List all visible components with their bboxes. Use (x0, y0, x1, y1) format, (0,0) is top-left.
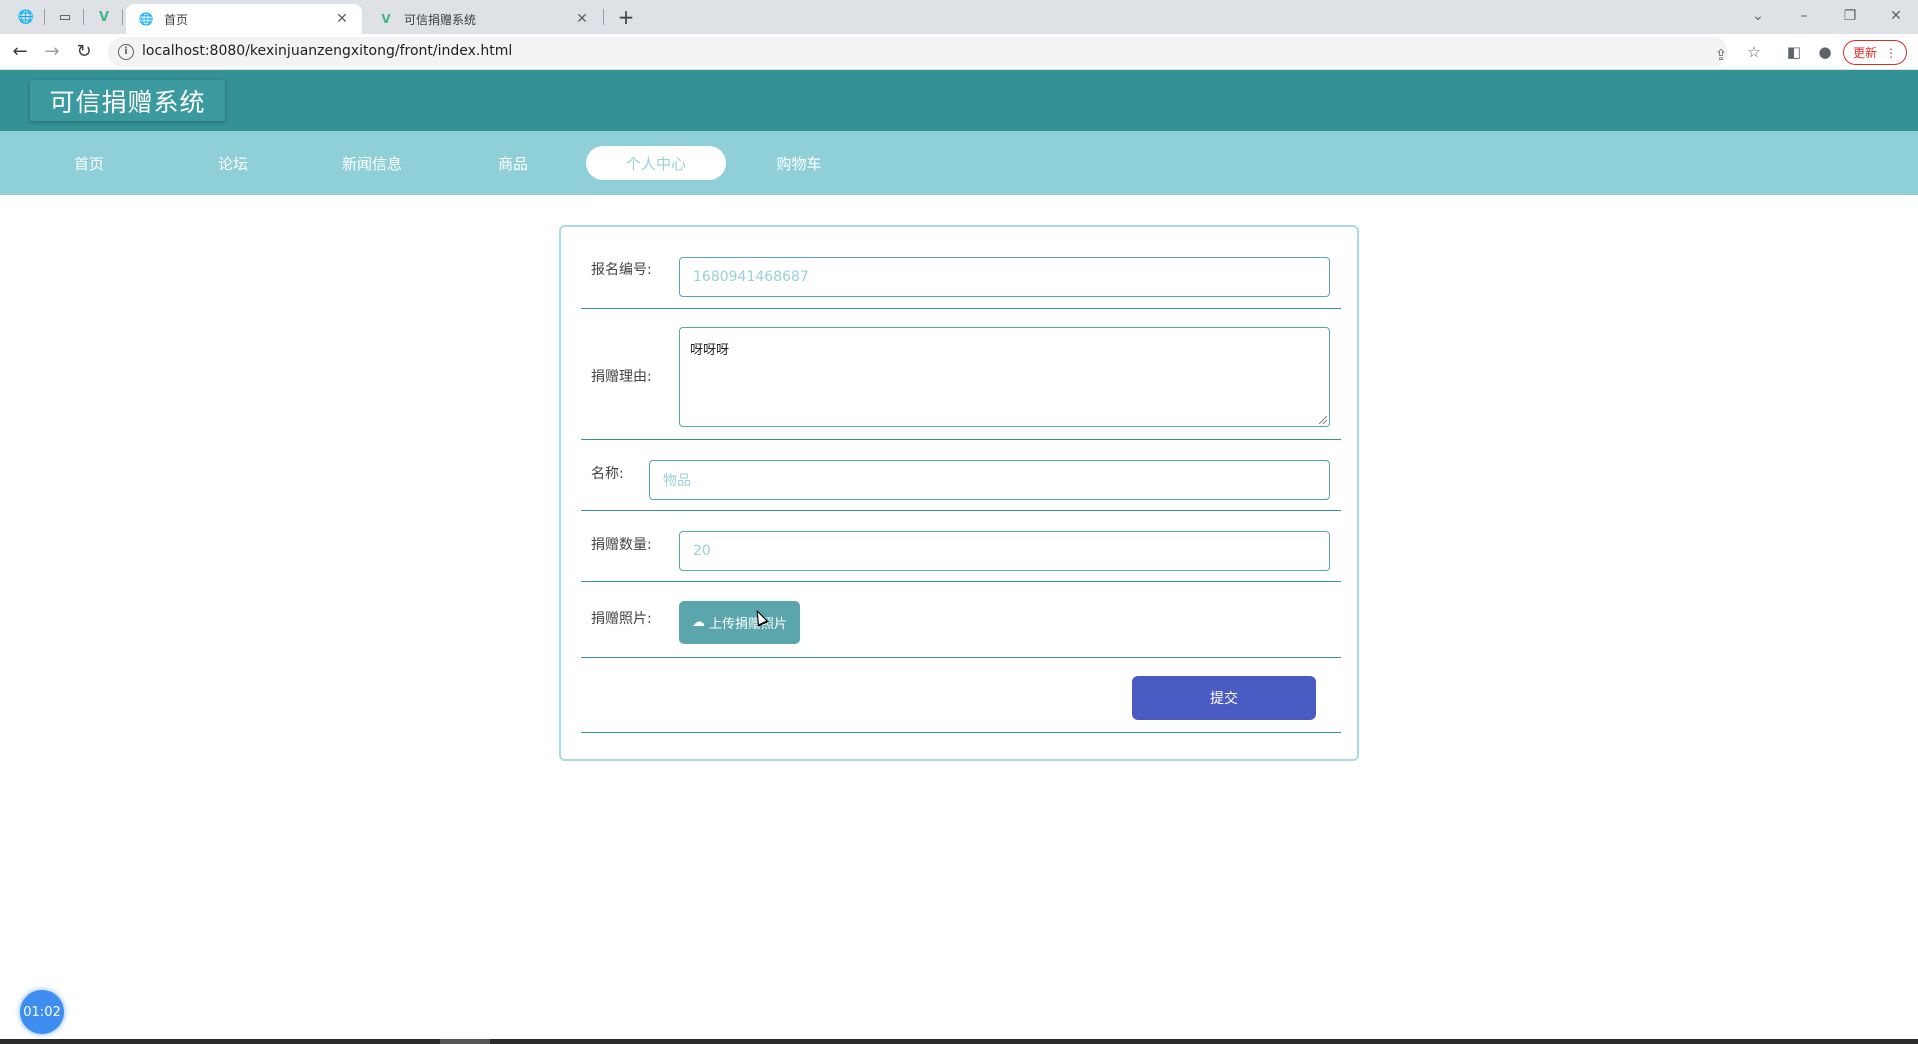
tab-separator (122, 9, 123, 25)
vue-logo-icon: V (381, 12, 391, 26)
site-title: 可信捐赠系统 (30, 80, 225, 121)
tab-separator (603, 9, 604, 25)
quantity-label: 捐赠数量: (591, 537, 652, 553)
quantity-input[interactable]: 20 (679, 531, 1330, 571)
signup-id-input[interactable]: 1680941468687 (679, 257, 1330, 297)
form-row-quantity: 捐赠数量: 20 (581, 511, 1341, 582)
reason-text: 呀呀呀 (690, 343, 730, 358)
update-button[interactable]: 更新 ⋮ (1843, 40, 1907, 65)
url-text[interactable]: localhost:8080/kexinjuanzengxitong/front… (142, 43, 512, 59)
recording-timer[interactable]: 01:02 (20, 990, 64, 1034)
profile-icon[interactable]: ● (1813, 40, 1837, 64)
nav-item-forum[interactable]: 论坛 (163, 146, 303, 180)
more-vert-icon: ⋮ (1885, 45, 1897, 60)
site-nav: 首页 论坛 新闻信息 商品 个人中心 购物车 (0, 131, 1918, 195)
forward-arrow-icon[interactable]: → (40, 40, 64, 64)
nav-item-home[interactable]: 首页 (19, 146, 159, 180)
name-input[interactable]: 物品 (649, 460, 1330, 500)
tab-title: 可信捐赠系统 (404, 12, 477, 27)
browser-tab-home[interactable]: 🌐 首页 ✕ (126, 4, 362, 34)
browser-toolbar: ← → ↻ i localhost:8080/kexinjuanzengxito… (0, 34, 1918, 70)
name-label: 名称: (591, 466, 624, 482)
form-row-submit: 提交 (581, 658, 1341, 733)
submit-button[interactable]: 提交 (1132, 676, 1316, 720)
close-icon[interactable]: ✕ (574, 11, 590, 27)
reason-textarea[interactable]: 呀呀呀 (679, 327, 1330, 427)
tab-separator (83, 9, 84, 25)
cloud-upload-icon: ☁ (691, 615, 705, 630)
star-icon[interactable]: ☆ (1742, 40, 1766, 64)
upload-photo-label: 上传捐赠照片 (708, 617, 787, 632)
form-row-photo: 捐赠照片: ☁ 上传捐赠照片 (581, 582, 1341, 658)
browser-tab-site[interactable]: V 可信捐赠系统 ✕ (366, 4, 602, 34)
form-row-reason: 捐赠理由: 呀呀呀 (581, 309, 1341, 440)
chevron-down-icon[interactable]: ⌄ (1738, 4, 1778, 28)
donation-form-card: 报名编号: 1680941468687 捐赠理由: 呀呀呀 名称: 物品 捐赠数… (559, 225, 1359, 761)
close-icon[interactable]: ✕ (334, 11, 350, 27)
minimize-button[interactable]: – (1784, 4, 1824, 28)
photo-label: 捐赠照片: (591, 611, 652, 627)
tab-separator (44, 9, 45, 25)
reload-icon[interactable]: ↻ (72, 40, 96, 64)
share-icon[interactable]: ⇪ (1709, 43, 1733, 67)
browser-tab-strip: 🌐 ▭ V 🌐 首页 ✕ V 可信捐赠系统 ✕ + ⌄ – ❐ ✕ (0, 0, 1918, 34)
address-bar[interactable]: i localhost:8080/kexinjuanzengxitong/fro… (108, 37, 1728, 67)
new-tab-button[interactable]: + (614, 5, 638, 29)
vue-logo-icon[interactable]: V (93, 7, 115, 27)
bottom-bar-segment (440, 1039, 490, 1044)
back-arrow-icon[interactable]: ← (8, 40, 32, 64)
upload-photo-button[interactable]: ☁ 上传捐赠照片 (679, 601, 800, 644)
tab-title: 首页 (164, 12, 189, 27)
signup-id-label: 报名编号: (591, 262, 652, 278)
globe-icon: 🌐 (138, 12, 154, 26)
bottom-bar (0, 1039, 1918, 1044)
blank-page-icon[interactable]: ▭ (54, 7, 76, 27)
nav-item-news[interactable]: 新闻信息 (302, 146, 442, 180)
site-header: 可信捐赠系统 (0, 70, 1918, 131)
nav-item-cart[interactable]: 购物车 (729, 146, 869, 180)
info-icon[interactable]: i (118, 44, 134, 60)
form-row-name: 名称: 物品 (581, 440, 1341, 511)
form-row-signup-id: 报名编号: 1680941468687 (581, 227, 1341, 309)
restore-button[interactable]: ❐ (1830, 4, 1870, 28)
window-close-button[interactable]: ✕ (1876, 4, 1916, 28)
globe-icon[interactable]: 🌐 (15, 7, 37, 27)
update-label: 更新 (1852, 46, 1877, 60)
resize-grip-icon[interactable] (1319, 416, 1327, 424)
side-panel-icon[interactable]: ◧ (1782, 40, 1806, 64)
nav-item-products[interactable]: 商品 (443, 146, 583, 180)
nav-item-personal-center[interactable]: 个人中心 (586, 146, 726, 180)
reason-label: 捐赠理由: (591, 369, 652, 385)
